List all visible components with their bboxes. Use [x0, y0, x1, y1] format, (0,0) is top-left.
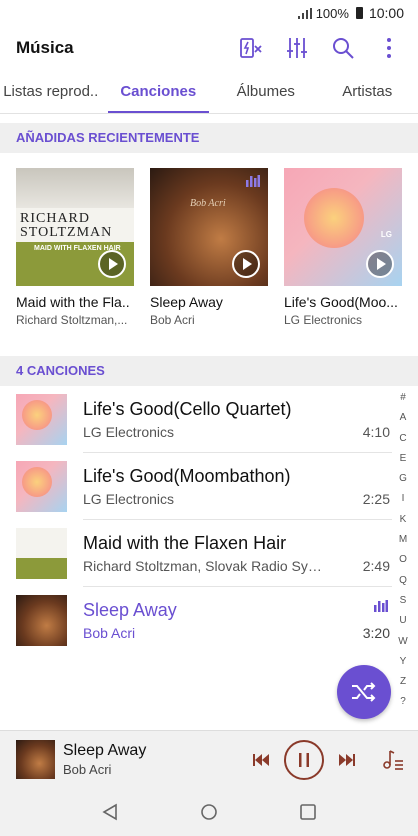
- song-title: Maid with the Flaxen Hair: [83, 532, 287, 553]
- alphabet-letter[interactable]: Q: [399, 571, 407, 591]
- alphabet-letter[interactable]: S: [400, 591, 407, 611]
- shuffle-icon: [352, 682, 376, 702]
- back-button[interactable]: [95, 797, 125, 827]
- queue-icon: [383, 749, 403, 770]
- play-icon[interactable]: [98, 250, 126, 278]
- song-thumbnail: [16, 461, 67, 512]
- album-card-sleep-away[interactable]: Bob Acri Sleep Away Bob Acri: [150, 168, 268, 327]
- now-playing-icon: [246, 174, 260, 192]
- album-artist: Richard Stoltzman,...: [16, 313, 128, 327]
- album-cover: LG: [284, 168, 402, 286]
- album-artist: LG Electronics: [284, 313, 363, 327]
- album-cover: Bob Acri: [150, 168, 268, 286]
- play-icon[interactable]: [366, 250, 394, 278]
- signal-icon: [297, 7, 312, 19]
- alphabet-letter[interactable]: O: [399, 550, 407, 570]
- pause-button[interactable]: [284, 739, 324, 780]
- song-thumbnail: [16, 394, 67, 445]
- now-playing-icon: [374, 599, 388, 617]
- album-cover: RICHARD STOLTZMAN MAID WITH FLAXEN HAIR: [16, 168, 134, 286]
- previous-track-button[interactable]: [252, 753, 270, 767]
- song-row[interactable]: Life's Good(Cello Quartet) LG Electronic…: [0, 386, 392, 453]
- clock: 10:00: [368, 5, 404, 21]
- previous-icon: [253, 753, 269, 766]
- song-list: Life's Good(Cello Quartet) LG Electronic…: [0, 386, 392, 654]
- song-thumbnail: [16, 595, 67, 646]
- mini-player[interactable]: Sleep Away Bob Acri: [0, 730, 418, 788]
- alphabet-letter[interactable]: Y: [400, 652, 407, 672]
- alphabet-letter[interactable]: K: [400, 510, 407, 530]
- song-row[interactable]: Maid with the Flaxen Hair Richard Stoltz…: [0, 520, 392, 587]
- album-title: Life's Good(Moo...: [284, 294, 398, 310]
- song-duration: 2:25: [362, 490, 390, 507]
- next-icon: [339, 753, 355, 766]
- recents-button[interactable]: [293, 797, 323, 827]
- tab-albums[interactable]: Álbumes: [215, 72, 317, 113]
- battery-icon: [355, 7, 363, 19]
- status-bar: 100% 10:00: [0, 0, 418, 26]
- alphabet-letter[interactable]: G: [399, 469, 407, 489]
- alphabet-letter[interactable]: W: [398, 632, 407, 652]
- pause-icon: [299, 752, 309, 767]
- recents-icon: [300, 804, 317, 820]
- song-thumbnail: [16, 528, 67, 579]
- app-title: Música: [16, 38, 74, 57]
- app-bar: Música: [0, 26, 418, 70]
- more-options-icon[interactable]: [376, 35, 402, 61]
- next-track-button[interactable]: [338, 753, 356, 767]
- album-card-maid[interactable]: RICHARD STOLTZMAN MAID WITH FLAXEN HAIR M…: [16, 168, 134, 327]
- song-title: Sleep Away: [83, 600, 177, 620]
- alphabet-letter[interactable]: Z: [400, 672, 406, 692]
- tab-songs[interactable]: Canciones: [107, 72, 209, 113]
- song-duration: 4:10: [362, 423, 390, 440]
- song-artist: Bob Acri: [83, 625, 136, 641]
- song-artist: LG Electronics: [83, 423, 175, 440]
- search-icon[interactable]: [330, 35, 356, 61]
- song-row-playing[interactable]: Sleep Away Bob Acri 3:20: [0, 587, 392, 654]
- alphabet-letter[interactable]: #: [400, 388, 406, 408]
- home-button[interactable]: [194, 797, 224, 827]
- tab-playlists[interactable]: Listas reprod..: [0, 72, 102, 113]
- songs-section-header: 4 CANCIONES: [0, 356, 418, 386]
- recent-section-header: AÑADIDAS RECIENTEMENTE: [0, 123, 418, 153]
- song-duration: 2:49: [362, 557, 390, 574]
- recent-albums: RICHARD STOLTZMAN MAID WITH FLAXEN HAIR M…: [16, 168, 402, 327]
- shuffle-button[interactable]: [337, 665, 391, 719]
- song-title: Life's Good(Moombathon): [83, 465, 291, 486]
- alphabet-letter[interactable]: C: [399, 429, 406, 449]
- song-title: Life's Good(Cello Quartet): [83, 398, 292, 419]
- playlist-queue-button[interactable]: [382, 749, 404, 771]
- alphabet-letter[interactable]: ?: [400, 692, 406, 712]
- album-title: Maid with the Fla..: [16, 294, 130, 310]
- alphabet-letter[interactable]: I: [402, 489, 405, 509]
- alphabet-letter[interactable]: M: [399, 530, 407, 550]
- back-icon: [102, 803, 117, 821]
- alphabet-letter[interactable]: A: [400, 408, 407, 428]
- tab-bar: Listas reprod.. Canciones Álbumes Artist…: [0, 72, 418, 114]
- now-playing-title: Sleep Away: [63, 742, 147, 759]
- home-icon: [201, 804, 217, 820]
- album-title: Sleep Away: [150, 294, 223, 310]
- equalizer-icon[interactable]: [284, 35, 310, 61]
- song-row[interactable]: Life's Good(Moombathon) LG Electronics 2…: [0, 453, 392, 520]
- battery-percent: 100%: [315, 5, 349, 21]
- system-nav-bar: [0, 788, 418, 836]
- now-playing-thumbnail: [16, 740, 55, 779]
- tab-artists[interactable]: Artistas: [317, 72, 418, 113]
- alphabet-index[interactable]: # A C E G I K M O Q S U W Y Z?: [396, 388, 410, 713]
- song-artist: LG Electronics: [83, 490, 175, 507]
- alphabet-letter[interactable]: E: [400, 449, 407, 469]
- now-playing-artist: Bob Acri: [63, 762, 112, 777]
- alphabet-letter[interactable]: U: [399, 611, 406, 631]
- song-duration: 3:20: [362, 625, 390, 641]
- play-icon[interactable]: [232, 250, 260, 278]
- media-settings-icon[interactable]: [238, 35, 264, 61]
- album-artist: Bob Acri: [150, 313, 195, 327]
- album-card-lifes-good[interactable]: LG Life's Good(Moo... LG Electronics: [284, 168, 402, 327]
- song-artist: Richard Stoltzman, Slovak Radio Symph...: [83, 557, 331, 574]
